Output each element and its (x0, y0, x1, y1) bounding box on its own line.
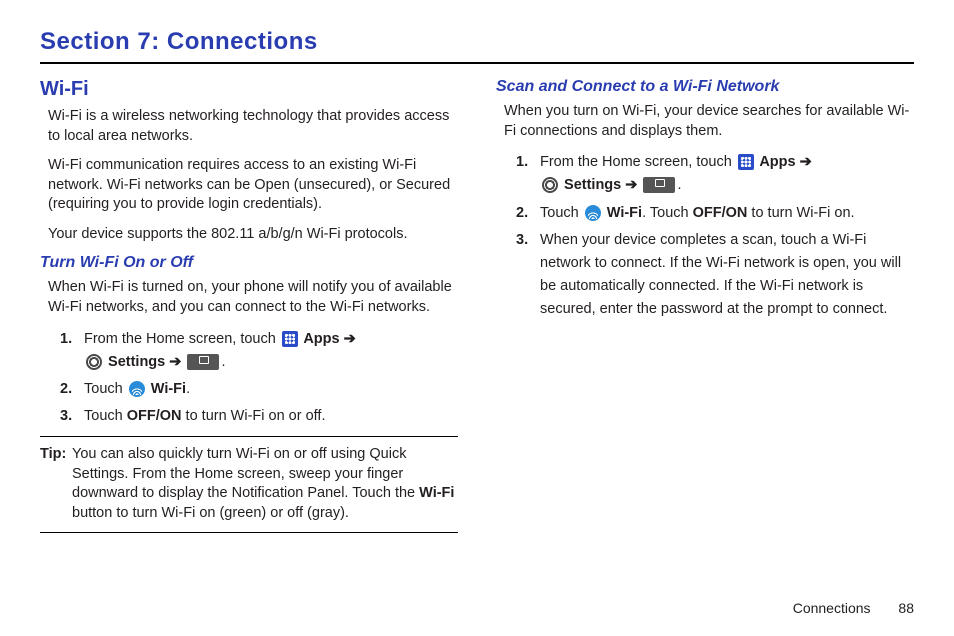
offon-label: OFF/ON (693, 205, 748, 221)
steps-list: 1. From the Home screen, touch Apps ➔ Se… (496, 151, 914, 321)
arrow-icon: ➔ (344, 331, 356, 347)
step-number: 2. (60, 378, 72, 401)
heading-wifi: Wi-Fi (40, 78, 458, 101)
apps-icon (738, 154, 754, 170)
step-item: 2. Touch Wi-Fi. (64, 378, 458, 401)
page-number: 88 (898, 600, 914, 616)
tip-text: You can also quickly turn Wi-Fi on or of… (72, 446, 419, 501)
step-item: 1. From the Home screen, touch Apps ➔ Se… (64, 328, 458, 374)
tip-label: Tip: (40, 445, 66, 465)
content-columns: Wi-Fi Wi-Fi is a wireless networking tec… (40, 78, 914, 533)
apps-icon (282, 331, 298, 347)
heading-turn-wifi: Turn Wi-Fi On or Off (40, 254, 458, 272)
tip-block: Tip: You can also quickly turn Wi-Fi on … (40, 436, 458, 532)
step-number: 3. (60, 405, 72, 428)
step-number: 2. (516, 202, 528, 225)
step-text: Touch (84, 408, 127, 424)
connections-icon (643, 177, 675, 193)
arrow-icon: ➔ (169, 354, 181, 370)
divider (40, 62, 914, 64)
arrow-icon: ➔ (800, 154, 812, 170)
paragraph: Wi-Fi communication requires access to a… (40, 156, 458, 215)
paragraph: When you turn on Wi-Fi, your device sear… (496, 102, 914, 141)
step-text: From the Home screen, touch (540, 154, 736, 170)
offon-label: OFF/ON (127, 408, 182, 424)
page-footer: Connections 88 (793, 600, 914, 616)
step-text: Touch (84, 381, 127, 397)
paragraph: When Wi-Fi is turned on, your phone will… (40, 278, 458, 317)
apps-label: Apps (300, 331, 344, 347)
right-column: Scan and Connect to a Wi-Fi Network When… (496, 78, 914, 533)
tip-text: button to turn Wi-Fi on (green) or off (… (72, 505, 349, 521)
left-column: Wi-Fi Wi-Fi is a wireless networking tec… (40, 78, 458, 533)
step-text: Touch (540, 205, 583, 221)
wifi-label: Wi-Fi (147, 381, 186, 397)
step-text: When your device completes a scan, touch… (540, 232, 901, 318)
section-title: Section 7: Connections (40, 28, 914, 56)
step-item: 1. From the Home screen, touch Apps ➔ Se… (520, 151, 914, 197)
wifi-label: Wi-Fi (603, 205, 642, 221)
step-item: 3. Touch OFF/ON to turn Wi-Fi on or off. (64, 405, 458, 428)
step-item: 2. Touch Wi-Fi. Touch OFF/ON to turn Wi-… (520, 202, 914, 225)
steps-list: 1. From the Home screen, touch Apps ➔ Se… (40, 328, 458, 429)
paragraph: Your device supports the 802.11 a/b/g/n … (40, 225, 458, 245)
step-text: From the Home screen, touch (84, 331, 280, 347)
step-text: to turn Wi-Fi on or off. (182, 408, 326, 424)
wifi-icon (585, 205, 601, 221)
settings-label: Settings (104, 354, 169, 370)
step-number: 3. (516, 229, 528, 252)
arrow-icon: ➔ (625, 177, 637, 193)
settings-icon (86, 354, 102, 370)
step-number: 1. (60, 328, 72, 351)
step-number: 1. (516, 151, 528, 174)
tip-wifi-label: Wi-Fi (419, 485, 454, 501)
footer-label: Connections (793, 600, 871, 616)
wifi-icon (129, 381, 145, 397)
apps-label: Apps (756, 154, 800, 170)
step-text: . Touch (642, 205, 693, 221)
paragraph: Wi-Fi is a wireless networking technolog… (40, 107, 458, 146)
step-text: to turn Wi-Fi on. (747, 205, 854, 221)
connections-icon (187, 354, 219, 370)
settings-label: Settings (560, 177, 625, 193)
settings-icon (542, 177, 558, 193)
tip-body: You can also quickly turn Wi-Fi on or of… (40, 445, 458, 523)
step-item: 3. When your device completes a scan, to… (520, 229, 914, 322)
heading-scan-connect: Scan and Connect to a Wi-Fi Network (496, 78, 914, 96)
